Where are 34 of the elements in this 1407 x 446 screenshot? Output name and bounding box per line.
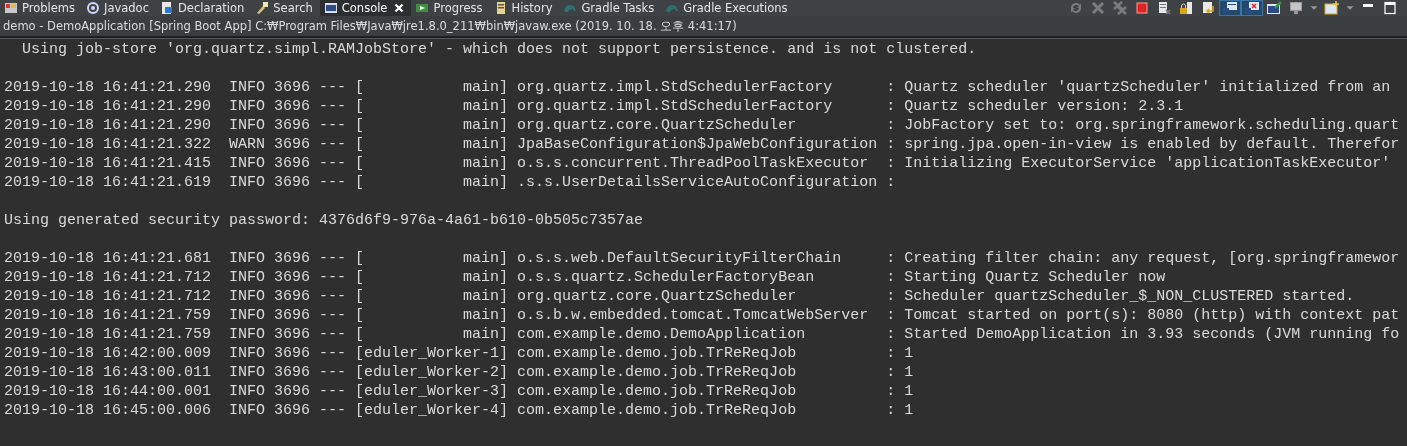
error-document-icon[interactable] bbox=[1241, 0, 1263, 16]
log-line: 2019-10-18 16:41:21.290 INFO 3696 --- [ main] org.quartz.impl.StdSchedulerFactory : Quartz scheduler 'quartzScheduler' initialized from an bbox=[4, 78, 1391, 97]
view-tab[interactable]: History bbox=[489, 0, 560, 16]
log-line: Using generated security password: 4376d6f9-976a-4a61-b610-0b505c7357ae bbox=[4, 211, 644, 230]
log-line: 2019-10-18 16:43:00.011 INFO 3696 --- [eduler_Worker-2] com.example.demo.job.TrReReqJob : 1 bbox=[4, 363, 914, 382]
warning-icon bbox=[4, 1, 18, 15]
view-tab[interactable]: Gradle Tasks bbox=[559, 0, 662, 16]
monitor-document-icon[interactable] bbox=[1219, 0, 1241, 16]
log-line: 2019-10-18 16:45:00.006 INFO 3696 --- [eduler_Worker-4] com.example.demo.job.TrReReqJob : 1 bbox=[4, 401, 914, 420]
log-line: 2019-10-18 16:41:21.619 INFO 3696 --- [ main] .s.s.UserDetailsServiceAutoConfiguration : bbox=[4, 173, 896, 192]
log-line: 2019-10-18 16:41:21.712 INFO 3696 --- [ main] o.s.s.quartz.SchedulerFactoryBean : Starting Quartz Scheduler now bbox=[4, 268, 1166, 287]
log-line: 2019-10-18 16:44:00.001 INFO 3696 --- [eduler_Worker-3] com.example.demo.job.TrReReqJob : 1 bbox=[4, 382, 914, 401]
view-tab[interactable]: Declaration bbox=[155, 0, 252, 16]
log-line: 2019-10-18 16:41:21.415 INFO 3696 --- [ main] o.s.s.concurrent.ThreadPoolTaskExecutor : Initializing ExecutorService 'applicationTaskExecutor' bbox=[4, 154, 1391, 173]
process-title: demo - DemoApplication [Spring Boot App] C:₩Program Files₩Java₩jre1.8.0_211₩bin₩javaw.exe (2019. 10. 18. 오후 4:41:17) bbox=[3, 18, 737, 34]
log-line: Using job-store 'org.quartz.simpl.RAMJobStore' - which does not support persistence. and is not clustered. bbox=[21, 40, 977, 59]
console-icon bbox=[323, 1, 338, 15]
progress-icon bbox=[415, 1, 430, 15]
log-line: 2019-10-18 16:41:21.290 INFO 3696 --- [ main] org.quartz.impl.StdSchedulerFactory : Quartz scheduler version: 2.3.1 bbox=[4, 97, 1184, 116]
view-tab[interactable]: Progress bbox=[411, 0, 490, 16]
log-line: 2019-10-18 16:41:21.759 INFO 3696 --- [ main] o.s.b.w.embedded.tomcat.TomcatWebServer : Tomcat started on port(s): 8080 (http) with context pat bbox=[4, 306, 1400, 325]
close-icon[interactable] bbox=[394, 3, 405, 13]
log-line: 2019-10-18 16:41:21.712 INFO 3696 --- [ main] org.quartz.core.QuartzScheduler : Scheduler quartzScheduler_$_NON_CLUSTERED started. bbox=[4, 287, 1355, 306]
log-line: 2019-10-18 16:42:00.009 INFO 3696 --- [eduler_Worker-1] com.example.demo.job.TrReReqJob : 1 bbox=[4, 344, 914, 363]
view-tab[interactable]: Search bbox=[251, 0, 320, 16]
log-line: 2019-10-18 16:41:21.759 INFO 3696 --- [ main] com.example.demo.DemoApplication : Started DemoApplication in 3.93 seconds (JVM running fo bbox=[4, 325, 1400, 344]
view-tab[interactable]: Javadoc bbox=[82, 0, 156, 16]
document-icon bbox=[159, 1, 174, 15]
view-tab[interactable]: Gradle Executions bbox=[661, 0, 795, 16]
view-tab[interactable]: Console bbox=[319, 0, 412, 16]
view-tab[interactable]: Problems bbox=[0, 0, 82, 16]
log-line: 2019-10-18 16:41:21.322 WARN 3696 --- [ main] JpaBaseConfiguration$JpaWebConfiguration : spring.jpa.open-in-view is enabled by default. Therefor bbox=[4, 135, 1400, 154]
log-line: 2019-10-18 16:41:21.681 INFO 3696 --- [ main] o.s.s.web.DefaultSecurityFilterChain : Creating filter chain: any request, [org.springframewor bbox=[4, 249, 1400, 268]
log-line: 2019-10-18 16:41:21.290 INFO 3696 --- [ main] org.quartz.core.QuartzScheduler : JobFactory set to: org.springframework.scheduling.quart bbox=[4, 116, 1400, 135]
